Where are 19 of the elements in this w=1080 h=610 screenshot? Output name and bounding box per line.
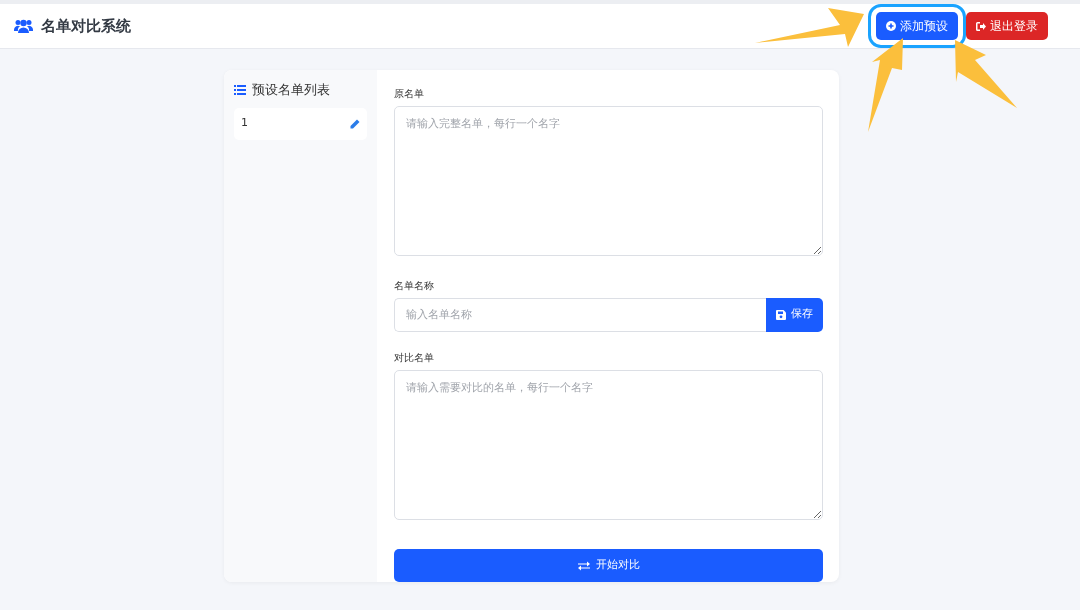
field-label: 原名单 <box>394 87 425 101</box>
start-compare-button[interactable]: 开始对比 <box>394 549 823 582</box>
pencil-icon[interactable] <box>350 118 360 129</box>
sign-out-icon <box>976 21 986 31</box>
original-list-field[interactable]: 请输入完整名单，每行一个名字 <box>394 106 823 256</box>
save-button[interactable]: 保存 <box>766 297 823 332</box>
logout-button[interactable]: 退出登录 <box>966 12 1048 40</box>
field-label: 名单名称 <box>394 278 435 293</box>
list-name-field[interactable]: 输入名单名称 <box>394 297 766 332</box>
sidebar-title: 预设名单列表 <box>252 81 330 99</box>
swap-arrows-icon <box>577 560 590 571</box>
preset-item[interactable]: 1 <box>234 107 367 140</box>
app-title: 名单对比系统 <box>41 15 131 37</box>
callout-arrow <box>955 40 1017 108</box>
users-icon <box>14 18 33 34</box>
list-icon <box>234 84 246 95</box>
field-label: 对比名单 <box>394 350 435 365</box>
plus-circle-icon <box>886 21 896 31</box>
compare-list-field[interactable]: 请输入需要对比的名单，每行一个名字 <box>394 369 823 520</box>
